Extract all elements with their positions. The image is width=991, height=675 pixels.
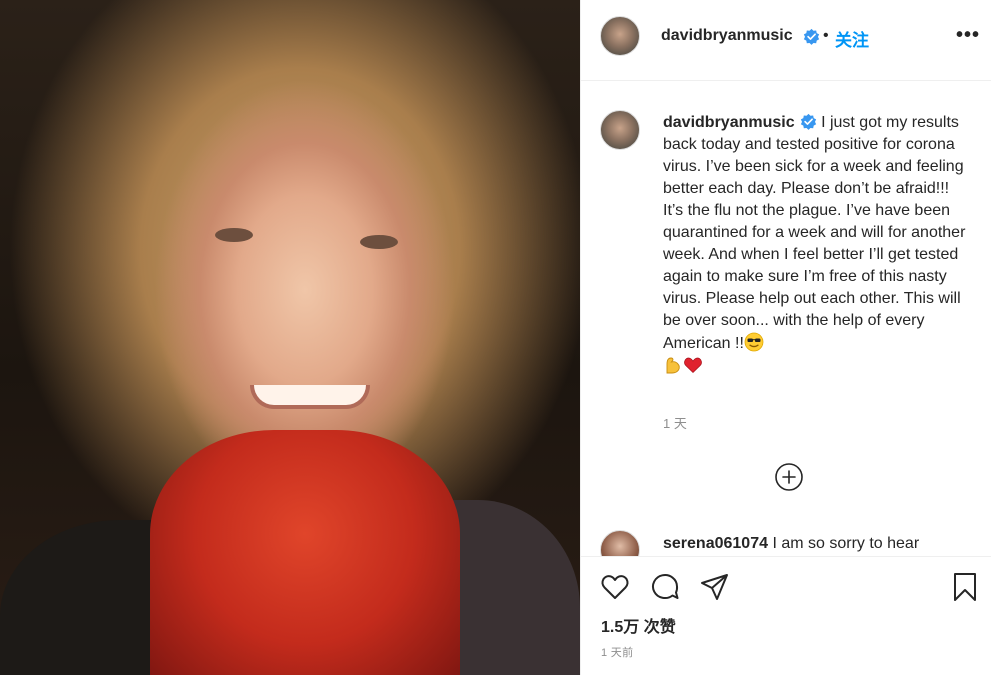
paper-plane-icon[interactable] — [699, 571, 731, 603]
comment-text: I am so sorry to hear — [772, 535, 920, 552]
red-heart-emoji — [684, 357, 702, 373]
verified-badge-icon — [803, 28, 820, 45]
add-circle-icon[interactable] — [774, 462, 804, 492]
post-photo[interactable] — [0, 0, 580, 675]
post-header: davidbryanmusic • 关注 ••• — [581, 0, 991, 81]
caption-timestamp: 1 天 — [663, 416, 687, 431]
author-username[interactable]: davidbryanmusic — [661, 27, 793, 45]
bookmark-icon[interactable] — [949, 571, 981, 603]
photo-eye-left — [215, 228, 253, 242]
post-caption: davidbryanmusic I just got my results ba… — [663, 112, 968, 378]
post-actions-bar: 1.5万 次赞 1 天前 — [581, 556, 991, 675]
post-side-panel: davidbryanmusic • 关注 ••• davidbryanmusic… — [580, 0, 991, 675]
caption-author-avatar[interactable] — [600, 110, 640, 150]
like-count[interactable]: 1.5万 次赞 — [601, 613, 676, 637]
more-options-icon[interactable]: ••• — [956, 24, 980, 47]
photo-scarf — [150, 430, 460, 675]
flexed-biceps-emoji — [666, 357, 680, 374]
post-timestamp[interactable]: 1 天前 — [601, 644, 633, 660]
caption-username[interactable]: davidbryanmusic — [663, 114, 795, 131]
commenter-avatar[interactable] — [600, 530, 640, 556]
comment-icon[interactable] — [649, 571, 681, 603]
photo-smile — [250, 385, 370, 409]
author-avatar[interactable] — [600, 16, 640, 56]
comment-row: serena061074 I am so sorry to hear — [581, 520, 991, 556]
photo-eye-right — [360, 235, 398, 249]
verified-badge-icon — [800, 113, 816, 130]
sunglasses-emoji — [744, 332, 764, 352]
comment-text-line: serena061074 I am so sorry to hear — [663, 533, 919, 555]
follow-button[interactable]: 关注 — [835, 26, 869, 51]
heart-icon[interactable] — [599, 571, 631, 603]
commenter-username[interactable]: serena061074 — [663, 535, 768, 552]
header-separator: • — [823, 27, 829, 44]
caption-text: I just got my results back today and tes… — [663, 114, 966, 352]
